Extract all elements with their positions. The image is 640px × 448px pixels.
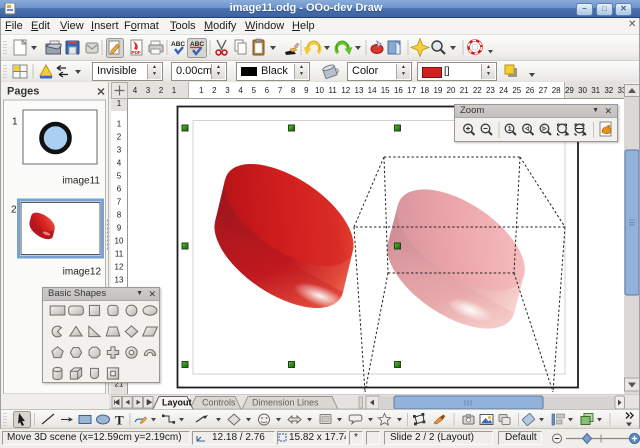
svg-text:17: 17 (407, 86, 416, 95)
svg-text:12: 12 (341, 86, 350, 95)
svg-text:26: 26 (525, 86, 534, 95)
svg-text:1: 1 (117, 99, 122, 108)
svg-text:27: 27 (539, 86, 548, 95)
svg-text:T: T (115, 413, 124, 428)
svg-text:image12: image12 (63, 267, 102, 278)
svg-text:image11: image11 (62, 176, 100, 187)
svg-text:18: 18 (420, 86, 429, 95)
svg-text:5: 5 (117, 172, 122, 181)
svg-text:9: 9 (117, 224, 122, 233)
svg-text:6: 6 (265, 86, 270, 95)
svg-text:PDF: PDF (132, 50, 141, 55)
svg-text:2: 2 (11, 205, 17, 216)
svg-text:Dimension Lines: Dimension Lines (252, 398, 319, 408)
svg-text:23: 23 (486, 86, 495, 95)
svg-text:ABC: ABC (171, 41, 185, 48)
svg-text:7: 7 (278, 86, 283, 95)
svg-text:2: 2 (159, 86, 164, 95)
svg-text:4: 4 (238, 86, 243, 95)
svg-text:32: 32 (604, 86, 613, 95)
svg-text:Controls: Controls (202, 398, 236, 408)
svg-text:8: 8 (117, 211, 122, 220)
svg-text:13: 13 (115, 276, 124, 285)
svg-text:12: 12 (115, 263, 124, 272)
svg-text:8: 8 (291, 86, 296, 95)
svg-text:1: 1 (172, 86, 177, 95)
svg-text:11: 11 (115, 250, 124, 259)
svg-text:10: 10 (315, 86, 324, 95)
svg-text:11: 11 (329, 86, 338, 95)
svg-text:9: 9 (304, 86, 309, 95)
svg-text:7: 7 (117, 198, 122, 207)
svg-text:20: 20 (447, 86, 456, 95)
svg-text:19: 19 (433, 86, 442, 95)
svg-text:22: 22 (473, 86, 482, 95)
svg-text:3: 3 (117, 146, 122, 155)
svg-text:Layout: Layout (162, 398, 192, 408)
svg-text:2: 2 (212, 86, 217, 95)
svg-text:30: 30 (578, 86, 587, 95)
svg-text:1: 1 (199, 86, 204, 95)
svg-text:1: 1 (117, 120, 122, 129)
svg-text:4: 4 (133, 86, 138, 95)
svg-text:6: 6 (117, 185, 122, 194)
svg-text:21: 21 (460, 86, 469, 95)
svg-text:13: 13 (355, 86, 364, 95)
svg-text:1: 1 (12, 117, 18, 128)
svg-text:29: 29 (565, 86, 574, 95)
svg-text:4: 4 (117, 159, 122, 168)
svg-text:15: 15 (381, 86, 390, 95)
svg-text:2: 2 (117, 133, 122, 142)
svg-text:5: 5 (252, 86, 257, 95)
svg-text:24: 24 (499, 86, 508, 95)
svg-text:3: 3 (146, 86, 151, 95)
svg-text:31: 31 (591, 86, 600, 95)
svg-text:10: 10 (115, 237, 124, 246)
svg-text:1: 1 (508, 126, 512, 133)
svg-text:16: 16 (394, 86, 403, 95)
svg-text:Pages: Pages (7, 86, 39, 98)
svg-text:14: 14 (368, 86, 377, 95)
svg-text:28: 28 (552, 86, 561, 95)
svg-text:3: 3 (225, 86, 230, 95)
svg-text:25: 25 (512, 86, 521, 95)
